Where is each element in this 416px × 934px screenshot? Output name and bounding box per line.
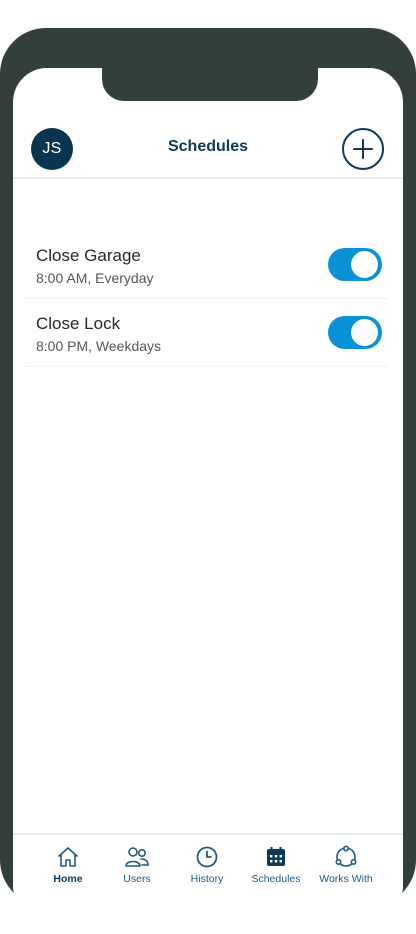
schedule-detail: 8:00 PM, Weekdays [36, 338, 162, 354]
add-schedule-button[interactable] [342, 128, 384, 170]
toggle-knob [351, 319, 378, 346]
tab-history[interactable]: History [171, 845, 243, 891]
device-notch [102, 68, 318, 101]
plus-icon [353, 139, 373, 159]
schedule-toggle[interactable] [328, 316, 382, 349]
app-screen: JS Schedules Close Garage 8:00 AM, Every… [13, 68, 403, 919]
tab-label: Home [53, 873, 83, 885]
tab-works-with[interactable]: Works With [310, 845, 382, 891]
tab-label: Schedules [251, 873, 301, 885]
users-icon [125, 847, 149, 867]
tab-users[interactable]: Users [101, 845, 173, 891]
tab-label: Users [123, 873, 151, 885]
device-frame: JS Schedules Close Garage 8:00 AM, Every… [0, 28, 416, 919]
tab-home[interactable]: Home [32, 845, 104, 891]
calendar-icon [267, 847, 285, 866]
schedule-detail: 8:00 AM, Everyday [36, 270, 154, 286]
tab-label: Works With [319, 873, 373, 885]
toggle-knob [351, 251, 378, 278]
bottom-tab-bar: Home Users History Schedules Works With [13, 833, 403, 919]
schedule-toggle[interactable] [328, 248, 382, 281]
tab-schedules[interactable]: Schedules [240, 845, 312, 891]
works-with-icon [335, 845, 357, 867]
schedule-row[interactable]: Close Garage 8:00 AM, Everyday [26, 230, 388, 299]
tab-label: History [190, 873, 224, 885]
home-icon [58, 847, 78, 867]
schedule-row[interactable]: Close Lock 8:00 PM, Weekdays [26, 298, 388, 367]
clock-icon [196, 846, 218, 868]
app-header: JS Schedules [13, 126, 403, 178]
schedule-name: Close Garage [36, 246, 141, 265]
header-divider [13, 177, 403, 179]
schedule-name: Close Lock [36, 314, 121, 333]
